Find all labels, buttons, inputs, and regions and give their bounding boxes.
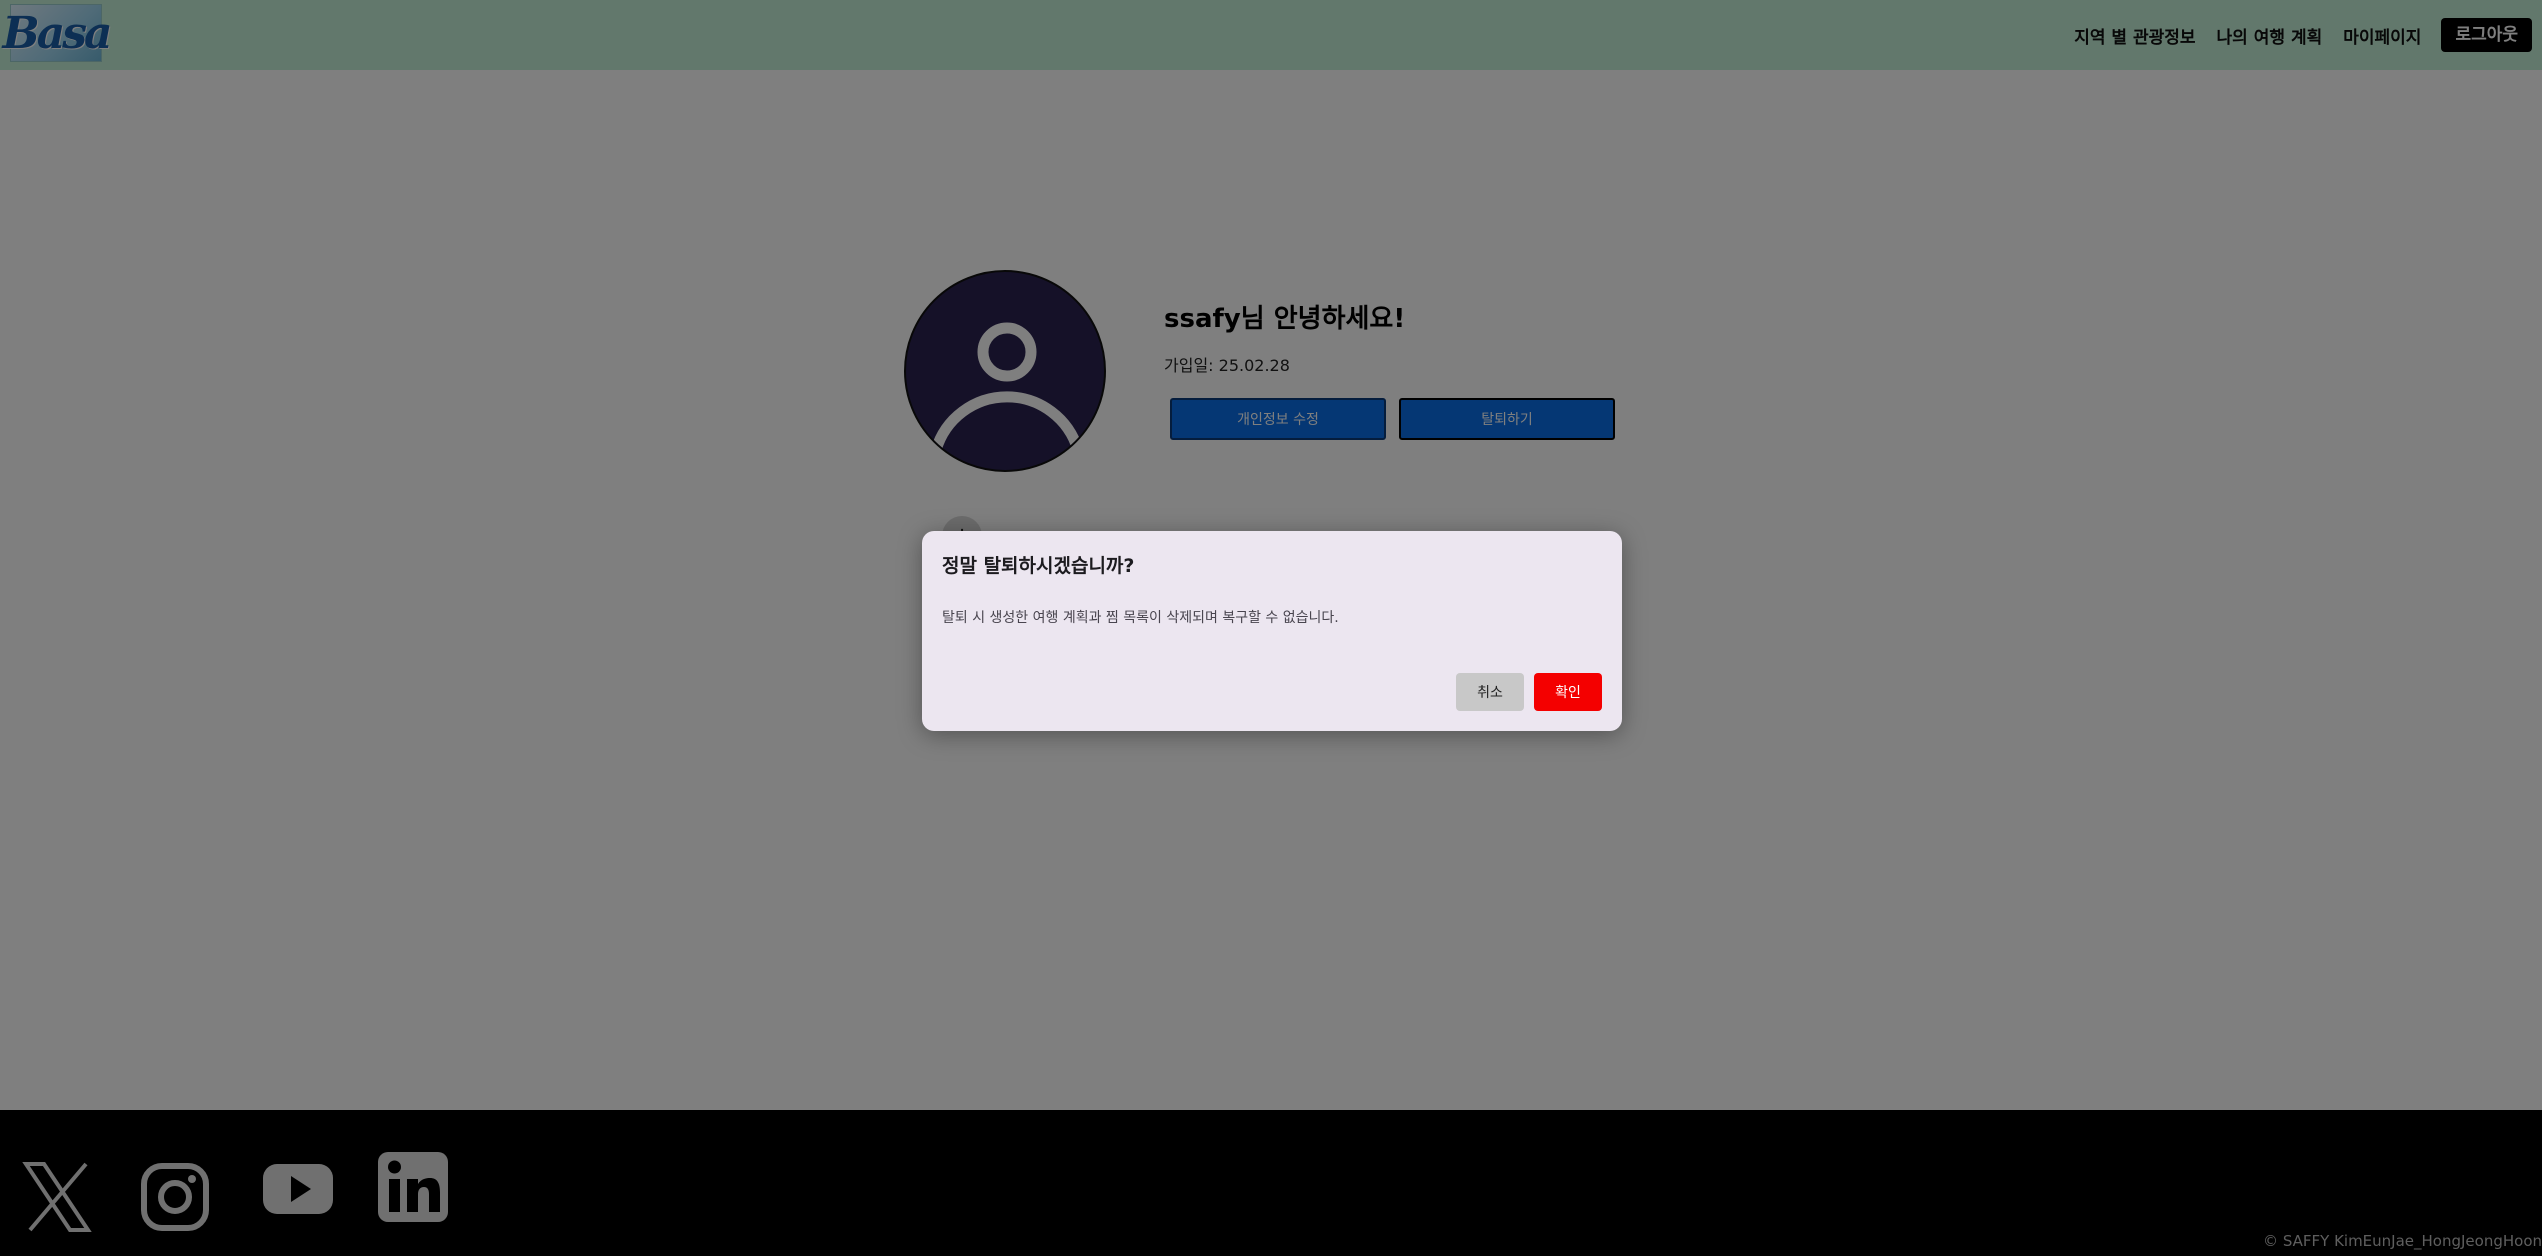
cancel-button[interactable]: 취소: [1456, 673, 1524, 711]
dialog-message: 탈퇴 시 생성한 여행 계획과 찜 목록이 삭제되며 복구할 수 없습니다.: [942, 610, 1339, 626]
withdraw-confirm-dialog: 정말 탈퇴하시겠습니까? 탈퇴 시 생성한 여행 계획과 찜 목록이 삭제되며 …: [922, 531, 1622, 731]
dialog-title: 정말 탈퇴하시겠습니까?: [942, 555, 1135, 577]
confirm-button[interactable]: 확인: [1534, 673, 1602, 711]
